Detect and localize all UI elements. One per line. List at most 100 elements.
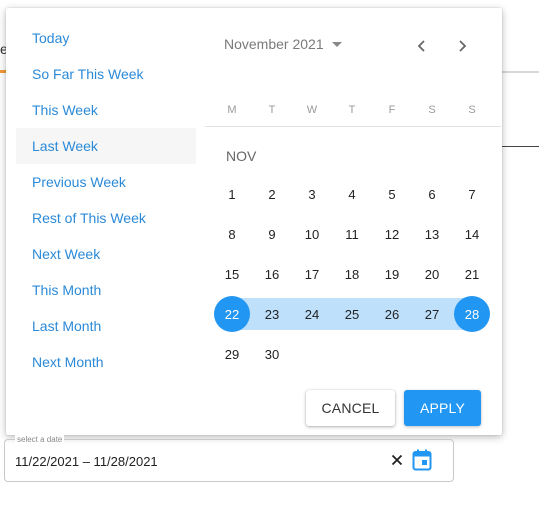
day-cell[interactable]: 19: [372, 254, 412, 294]
day-cell[interactable]: 10: [292, 214, 332, 254]
chevron-left-icon: [417, 40, 425, 52]
weekday-label: S: [468, 104, 476, 116]
day-number: 17: [304, 266, 320, 282]
preset-next-week[interactable]: Next Week: [16, 236, 196, 272]
day-number: 15: [224, 266, 240, 282]
preset-previous-week[interactable]: Previous Week: [16, 164, 196, 200]
empty-day-cell: [452, 334, 492, 374]
calendar-divider: [205, 126, 501, 127]
date-field-label: select a date: [15, 435, 65, 444]
day-number: 20: [424, 266, 440, 282]
date-field-value[interactable]: 11/22/2021 – 11/28/2021: [15, 454, 158, 469]
range-start-day[interactable]: 22: [212, 294, 252, 334]
day-number: 18: [344, 266, 360, 282]
day-number: 25: [344, 306, 360, 322]
day-number: 1: [228, 186, 236, 202]
day-cell[interactable]: 4: [332, 174, 372, 214]
day-number: 29: [224, 346, 240, 362]
next-month-button[interactable]: [450, 34, 474, 58]
day-number: 11: [345, 226, 359, 242]
cancel-button[interactable]: CANCEL: [306, 390, 395, 426]
day-cell[interactable]: 14: [452, 214, 492, 254]
day-cell[interactable]: 20: [412, 254, 452, 294]
background-divider: [500, 71, 539, 73]
preset-this-month[interactable]: This Month: [16, 272, 196, 308]
day-cell[interactable]: 21: [452, 254, 492, 294]
preset-last-week[interactable]: Last Week: [16, 128, 196, 164]
day-cell[interactable]: 8: [212, 214, 252, 254]
day-cell[interactable]: 3: [292, 174, 332, 214]
day-cell[interactable]: 6: [412, 174, 452, 214]
day-number: 21: [464, 266, 480, 282]
range-end-day[interactable]: 28: [452, 294, 492, 334]
calendar-week-row: 15 16 17 18 19 20 21: [212, 254, 492, 294]
day-number: 26: [384, 306, 400, 322]
day-cell[interactable]: 24: [292, 294, 332, 334]
day-number: 4: [348, 186, 356, 202]
day-number: 5: [388, 186, 396, 202]
day-cell[interactable]: 16: [252, 254, 292, 294]
weekday-label: T: [268, 104, 276, 116]
day-cell[interactable]: 11: [332, 214, 372, 254]
empty-day-cell: [412, 334, 452, 374]
day-cell[interactable]: 27: [412, 294, 452, 334]
preset-next-month[interactable]: Next Month: [16, 344, 196, 380]
date-range-field[interactable]: select a date 11/22/2021 – 11/28/2021: [4, 435, 454, 482]
day-cell[interactable]: 17: [292, 254, 332, 294]
weekday-header: MTWTFSS: [212, 104, 492, 116]
empty-day-cell: [292, 334, 332, 374]
day-number: 12: [384, 226, 400, 242]
chevron-right-icon: [459, 40, 467, 52]
apply-button[interactable]: APPLY: [404, 390, 481, 426]
day-number: 3: [308, 186, 316, 202]
day-cell[interactable]: 5: [372, 174, 412, 214]
calendar-week-row: 1 2 3 4 5 6 7: [212, 174, 492, 214]
clear-button[interactable]: [387, 450, 407, 470]
day-cell[interactable]: 9: [252, 214, 292, 254]
open-calendar-button[interactable]: [411, 448, 433, 472]
day-number: 28: [464, 306, 480, 322]
calendar-week-row: 22 23 24 25 26 27 28: [212, 294, 492, 334]
preset-list: Today So Far This Week This Week Last Week P…: [16, 20, 196, 380]
day-number: 24: [304, 306, 320, 322]
preset-last-month[interactable]: Last Month: [16, 308, 196, 344]
preset-this-week[interactable]: This Week: [16, 92, 196, 128]
day-cell[interactable]: 18: [332, 254, 372, 294]
weekday-label: F: [388, 104, 396, 116]
empty-day-cell: [332, 334, 372, 374]
weekday-label: S: [428, 104, 436, 116]
day-number: 7: [468, 186, 476, 202]
day-number: 22: [224, 306, 240, 322]
day-cell[interactable]: 1: [212, 174, 252, 214]
day-number: 27: [424, 306, 440, 322]
day-number: 9: [268, 226, 276, 242]
day-cell[interactable]: 25: [332, 294, 372, 334]
calendar-week-row: 8 9 10 11 12 13 14: [212, 214, 492, 254]
previous-month-button[interactable]: [410, 34, 434, 58]
day-cell[interactable]: 7: [452, 174, 492, 214]
month-year-dropdown[interactable]: November 2021: [224, 36, 342, 52]
calendar-icon: [412, 449, 432, 471]
day-number: 19: [384, 266, 400, 282]
day-number: 8: [228, 226, 236, 242]
day-cell[interactable]: 29: [212, 334, 252, 374]
preset-rest-of-this-week[interactable]: Rest of This Week: [16, 200, 196, 236]
day-number: 14: [464, 226, 480, 242]
day-cell[interactable]: 2: [252, 174, 292, 214]
day-cell[interactable]: 15: [212, 254, 252, 294]
day-cell[interactable]: 13: [412, 214, 452, 254]
preset-today[interactable]: Today: [16, 20, 196, 56]
day-cell[interactable]: 26: [372, 294, 412, 334]
day-grid: 1 2 3 4 5 6 7 8 9 10 11 12 13 14 15 16 17 18 19 20 21 22 23 24 2…: [212, 174, 492, 374]
day-number: 6: [428, 186, 436, 202]
day-number: 23: [264, 306, 280, 322]
day-cell[interactable]: 23: [252, 294, 292, 334]
month-year-label: November 2021: [224, 36, 324, 52]
day-cell[interactable]: 30: [252, 334, 292, 374]
day-cell[interactable]: 12: [372, 214, 412, 254]
weekday-label: W: [306, 104, 318, 116]
day-number: 30: [264, 346, 280, 362]
calendar-week-row: 29 30: [212, 334, 492, 374]
preset-so-far-this-week[interactable]: So Far This Week: [16, 56, 196, 92]
day-number: 2: [268, 186, 276, 202]
